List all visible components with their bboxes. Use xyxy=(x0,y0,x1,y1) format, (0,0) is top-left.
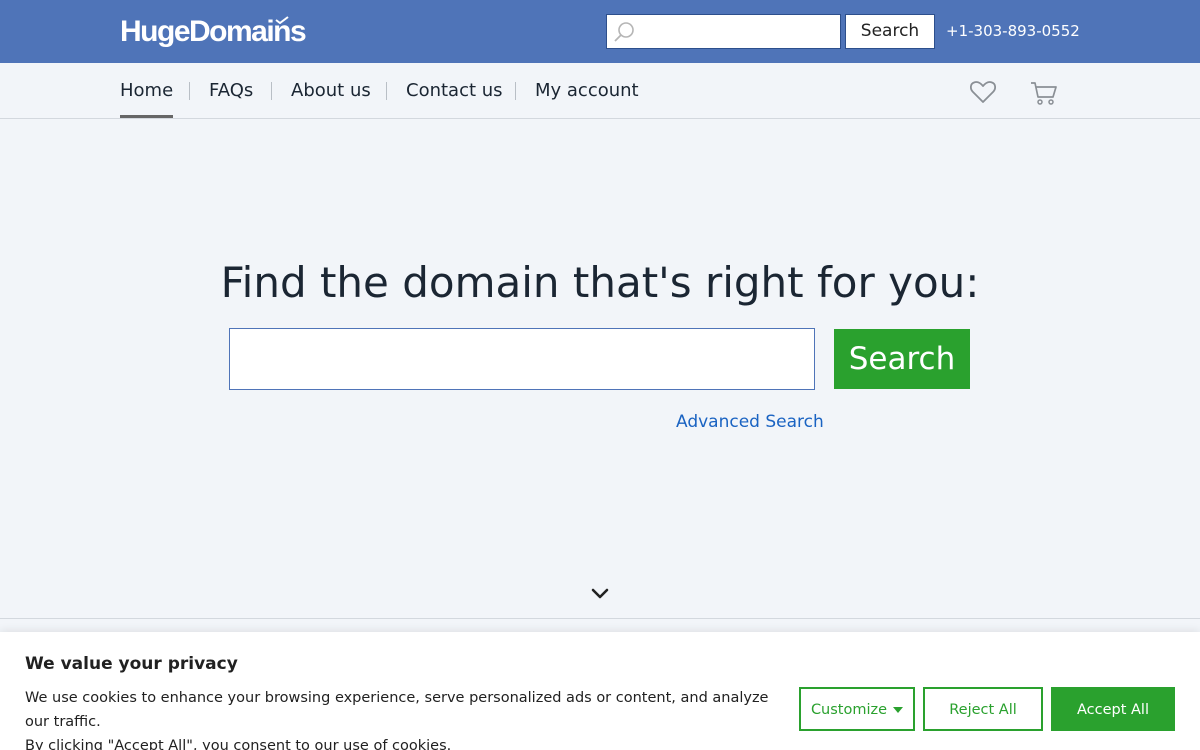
phone-number[interactable]: +1-303-893-0552 xyxy=(946,21,1080,41)
logo[interactable]: HugeDomains xyxy=(120,14,307,50)
chevron-down-icon[interactable] xyxy=(590,586,610,602)
cookie-text-line: By clicking "Accept All", you consent to… xyxy=(25,738,452,750)
hero-title: Find the domain that's right for you: xyxy=(220,258,980,307)
main-nav: Home FAQs About us Contact us My account xyxy=(0,63,1200,119)
cart-icon[interactable] xyxy=(1030,81,1058,106)
nav-divider xyxy=(271,82,272,100)
domain-search-input[interactable] xyxy=(229,328,815,390)
section-divider xyxy=(0,618,1200,619)
accept-all-button[interactable]: Accept All xyxy=(1051,687,1175,731)
nav-item-faqs[interactable]: FAQs xyxy=(209,80,253,102)
customize-label: Customize xyxy=(810,702,888,718)
top-header: HugeDomains Search +1-303-893-0552 xyxy=(0,0,1200,63)
search-icon xyxy=(614,22,634,42)
customize-button[interactable]: Customize xyxy=(799,687,915,731)
cookie-text: We use cookies to enhance your browsing … xyxy=(25,686,795,750)
domain-search-button[interactable]: Search xyxy=(834,329,970,389)
nav-item-my-account[interactable]: My account xyxy=(535,80,639,102)
nav-divider xyxy=(386,82,387,100)
nav-divider xyxy=(189,82,190,100)
reject-all-button[interactable]: Reject All xyxy=(923,687,1043,731)
cookie-banner: We value your privacy We use cookies to … xyxy=(0,632,1200,750)
nav-item-home[interactable]: Home xyxy=(120,80,174,118)
caret-down-icon xyxy=(893,707,904,713)
advanced-search-link[interactable]: Advanced Search xyxy=(676,411,824,433)
cookie-text-line: We use cookies to enhance your browsing … xyxy=(25,690,769,730)
nav-item-about-us[interactable]: About us xyxy=(291,80,371,102)
header-search-button[interactable]: Search xyxy=(845,14,935,49)
heart-icon[interactable] xyxy=(970,80,996,104)
logo-tick-icon xyxy=(275,16,289,24)
header-search-input[interactable] xyxy=(606,14,841,49)
nav-item-contact-us[interactable]: Contact us xyxy=(406,80,503,102)
cookie-title: We value your privacy xyxy=(25,654,238,674)
nav-divider xyxy=(515,82,516,100)
